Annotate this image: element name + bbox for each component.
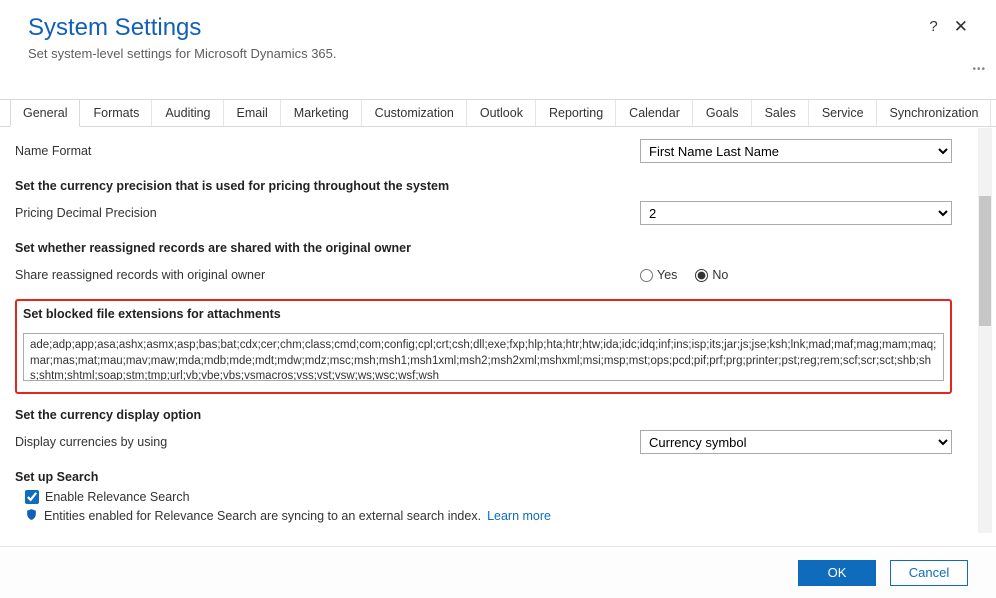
page-subtitle: Set system-level settings for Microsoft …	[28, 46, 968, 61]
search-sync-info: Entities enabled for Relevance Search ar…	[44, 509, 481, 523]
cancel-button[interactable]: Cancel	[890, 560, 968, 586]
ok-button[interactable]: OK	[798, 560, 876, 586]
overflow-icon[interactable]: •••	[972, 64, 986, 75]
tab-customization[interactable]: Customization	[362, 100, 467, 126]
blocked-extensions-section: Set blocked file extensions for attachme…	[15, 299, 952, 394]
relevance-search-checkbox[interactable]	[25, 490, 39, 504]
name-format-label: Name Format	[15, 144, 640, 158]
currency-display-heading: Set the currency display option	[15, 408, 952, 422]
footer: OK Cancel	[0, 546, 996, 598]
shield-icon	[25, 508, 38, 524]
tab-calendar[interactable]: Calendar	[616, 100, 693, 126]
pricing-precision-label: Pricing Decimal Precision	[15, 206, 640, 220]
tab-general[interactable]: General	[10, 100, 80, 127]
tab-outlook[interactable]: Outlook	[467, 100, 536, 126]
tab-auditing[interactable]: Auditing	[152, 100, 223, 126]
learn-more-link[interactable]: Learn more	[487, 509, 551, 523]
tab-formats[interactable]: Formats	[80, 100, 152, 126]
name-format-select[interactable]: First Name Last Name	[640, 139, 952, 163]
currency-precision-heading: Set the currency precision that is used …	[15, 179, 952, 193]
tab-bar: GeneralFormatsAuditingEmailMarketingCust…	[0, 99, 996, 127]
blocked-ext-input[interactable]: ade;adp;app;asa;ashx;asmx;asp;bas;bat;cd…	[23, 333, 944, 381]
reassigned-no-radio[interactable]: No	[695, 268, 728, 282]
tab-goals[interactable]: Goals	[693, 100, 752, 126]
tab-marketing[interactable]: Marketing	[281, 100, 362, 126]
blocked-ext-heading: Set blocked file extensions for attachme…	[23, 307, 944, 321]
settings-content: Name Format First Name Last Name Set the…	[0, 127, 976, 532]
reassigned-yes-radio[interactable]: Yes	[640, 268, 677, 282]
scrollbar-thumb[interactable]	[979, 196, 991, 326]
close-icon[interactable]: ✕	[954, 18, 968, 35]
search-heading: Set up Search	[15, 470, 952, 484]
reassigned-heading: Set whether reassigned records are share…	[15, 241, 952, 255]
pricing-precision-select[interactable]: 2	[640, 201, 952, 225]
tab-email[interactable]: Email	[224, 100, 281, 126]
help-icon[interactable]: ?	[929, 19, 937, 34]
tab-service[interactable]: Service	[809, 100, 877, 126]
tab-mobile-client[interactable]: Mobile Client	[991, 100, 996, 126]
currency-display-select[interactable]: Currency symbol	[640, 430, 952, 454]
currency-display-label: Display currencies by using	[15, 435, 640, 449]
scrollbar-track[interactable]	[978, 128, 992, 533]
tab-sales[interactable]: Sales	[752, 100, 809, 126]
tab-reporting[interactable]: Reporting	[536, 100, 616, 126]
page-title: System Settings	[28, 14, 968, 42]
relevance-search-label: Enable Relevance Search	[45, 490, 190, 504]
tab-synchronization[interactable]: Synchronization	[877, 100, 992, 126]
reassigned-label: Share reassigned records with original o…	[15, 268, 640, 282]
